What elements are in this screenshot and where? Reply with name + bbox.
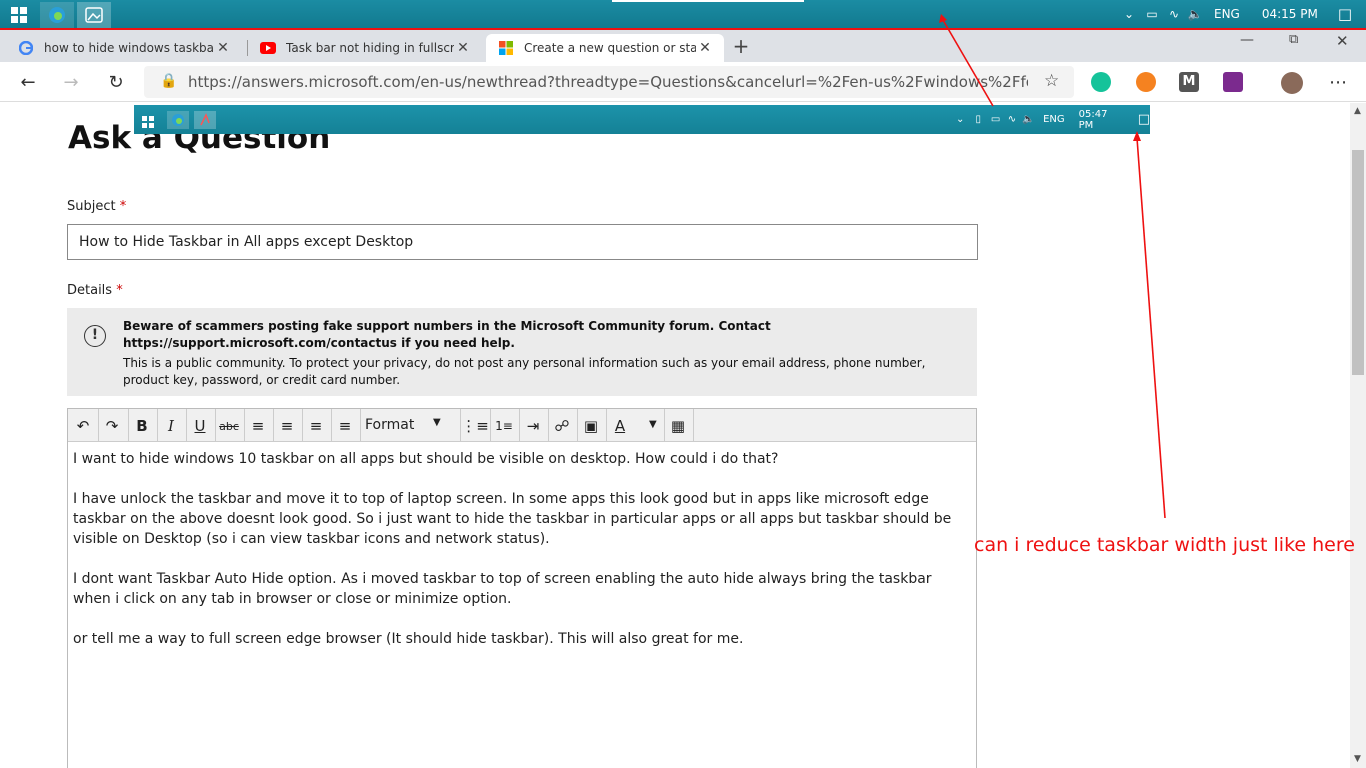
annotation-arrows xyxy=(939,14,1166,519)
annotation-arrow-bottom xyxy=(1136,137,1166,519)
annotation-arrow-top xyxy=(942,19,994,107)
arrowhead-icon xyxy=(939,14,947,23)
arrowhead-icon xyxy=(1133,131,1141,141)
annotation-text: can i reduce taskbar width just like her… xyxy=(974,534,1355,556)
